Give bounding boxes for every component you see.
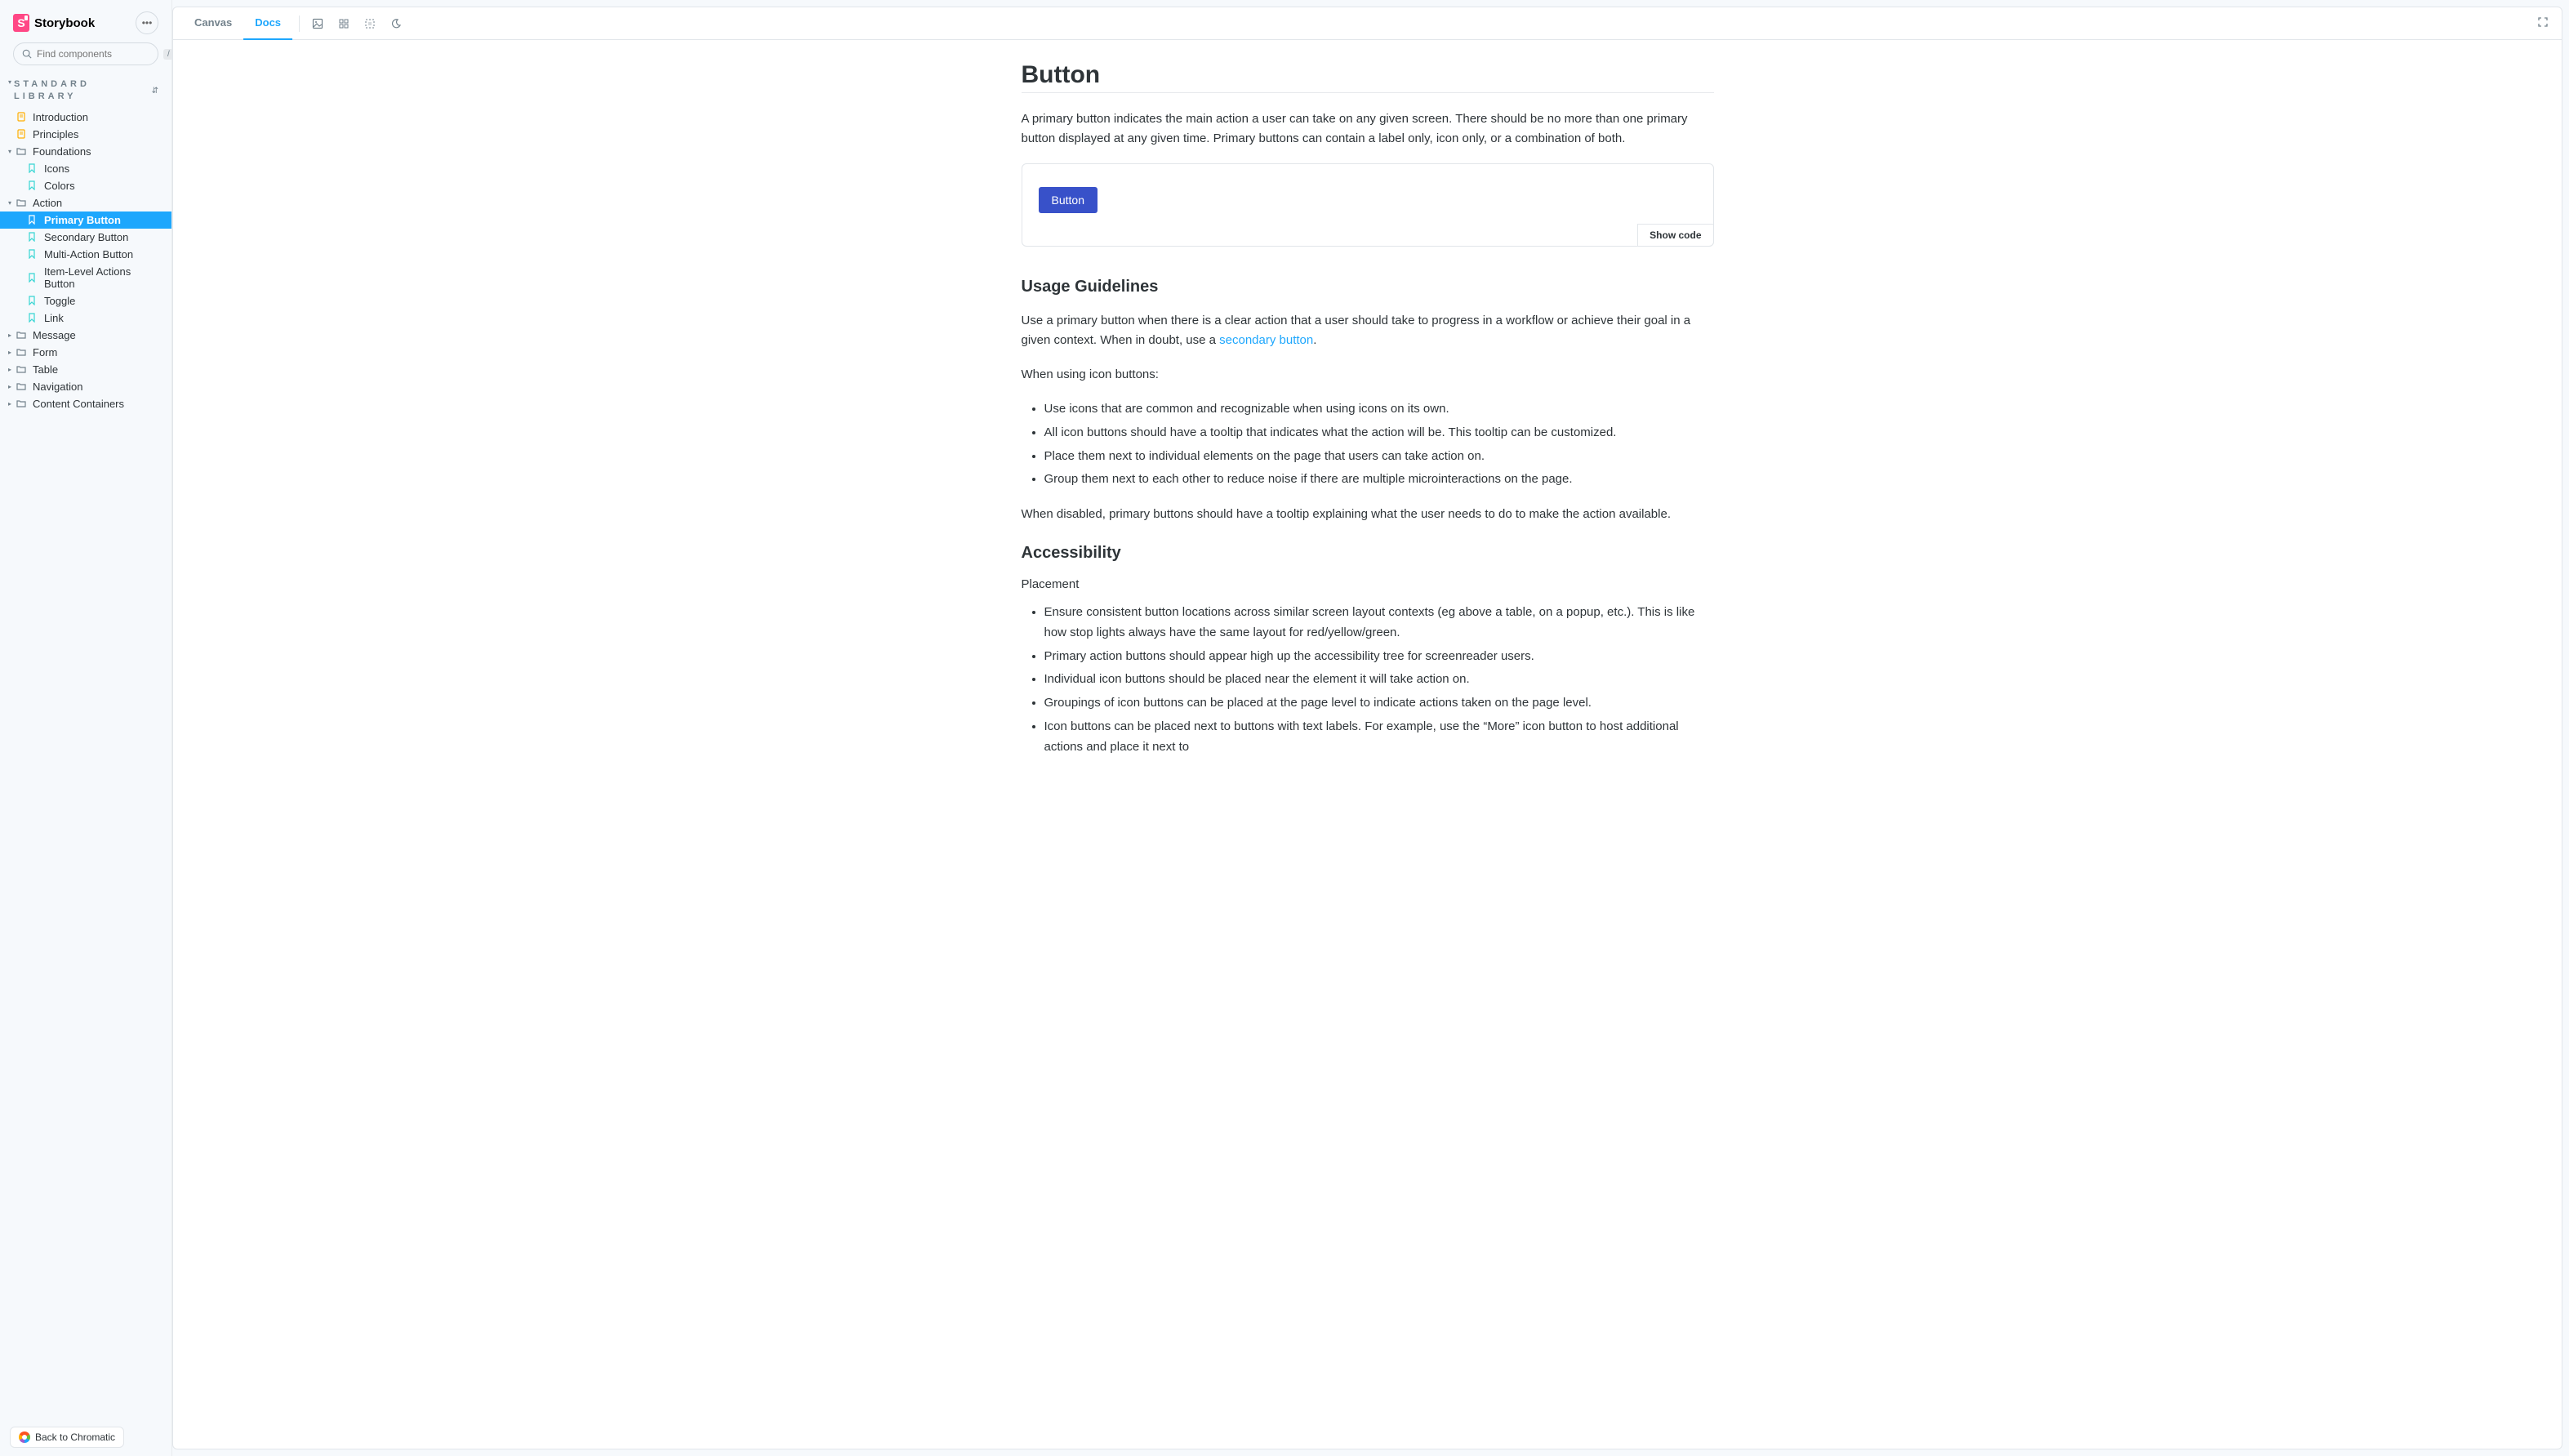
- caret-right-icon: ▸: [8, 366, 15, 373]
- document-icon: [16, 111, 28, 122]
- main-panel: Canvas Docs: [172, 7, 2562, 1449]
- theme-toggle-icon[interactable]: [385, 12, 407, 35]
- section-title-text: STANDARD LIBRARY: [14, 78, 152, 104]
- folder-icon: [16, 329, 28, 341]
- search-field[interactable]: /: [13, 42, 158, 65]
- caret-down-icon: ▾: [8, 78, 11, 86]
- document-icon: [16, 128, 28, 140]
- caret-down-icon: ▾: [8, 148, 15, 155]
- tab-docs[interactable]: Docs: [243, 7, 292, 40]
- folder-icon: [16, 363, 28, 375]
- section-header[interactable]: ▾ STANDARD LIBRARY ⇵: [0, 73, 171, 107]
- show-code-button[interactable]: Show code: [1637, 224, 1713, 247]
- usage-paragraph-2: When using icon buttons:: [1022, 365, 1714, 385]
- image-tool-icon[interactable]: [306, 12, 329, 35]
- bookmark-icon: [28, 295, 39, 306]
- measure-tool-icon[interactable]: [358, 12, 381, 35]
- tree-item-foundations[interactable]: ▾ Foundations: [0, 143, 171, 160]
- folder-icon: [16, 398, 28, 409]
- chevron-sort-icon[interactable]: ⇵: [152, 87, 158, 96]
- tree-item-primary-button[interactable]: Primary Button: [0, 211, 171, 229]
- tree-item-navigation[interactable]: ▸ Navigation: [0, 378, 171, 395]
- tree-item-link[interactable]: Link: [0, 309, 171, 327]
- bookmark-icon: [28, 214, 39, 225]
- bookmark-icon: [28, 231, 39, 243]
- caret-right-icon: ▸: [8, 383, 15, 390]
- bookmark-icon: [28, 248, 39, 260]
- secondary-button-link[interactable]: secondary button: [1219, 333, 1313, 347]
- folder-icon: [16, 346, 28, 358]
- accessibility-subheading: Placement: [1022, 577, 1714, 591]
- list-item: Individual icon buttons should be placed…: [1044, 670, 1714, 690]
- tree-item-multi-action-button[interactable]: Multi-Action Button: [0, 246, 171, 263]
- list-item: Icon buttons can be placed next to butto…: [1044, 717, 1714, 758]
- accessibility-heading: Accessibility: [1022, 544, 1714, 563]
- doc-content[interactable]: Button A primary button indicates the ma…: [173, 40, 2562, 1449]
- tree-item-secondary-button[interactable]: Secondary Button: [0, 229, 171, 246]
- list-item: Groupings of icon buttons can be placed …: [1044, 693, 1714, 714]
- bookmark-icon: [28, 163, 39, 174]
- caret-right-icon: ▸: [8, 400, 15, 407]
- bookmark-icon: [28, 180, 39, 191]
- ellipsis-icon: •••: [142, 17, 153, 29]
- list-item: Primary action buttons should appear hig…: [1044, 647, 1714, 667]
- tab-canvas[interactable]: Canvas: [183, 7, 243, 40]
- search-input[interactable]: [32, 48, 163, 60]
- page-title: Button: [1022, 61, 1714, 93]
- tree-item-item-level-actions-button[interactable]: Item-Level Actions Button: [0, 263, 171, 292]
- tree-item-table[interactable]: ▸ Table: [0, 361, 171, 378]
- folder-icon: [16, 197, 28, 208]
- sidebar-menu-button[interactable]: •••: [136, 11, 158, 34]
- tree-item-message[interactable]: ▸ Message: [0, 327, 171, 344]
- tree-item-form[interactable]: ▸ Form: [0, 344, 171, 361]
- view-tabs: Canvas Docs: [183, 7, 292, 40]
- story-preview: Button Show code: [1022, 163, 1714, 247]
- tree-item-principles[interactable]: Principles: [0, 126, 171, 143]
- sidebar-header: S Storybook •••: [0, 0, 171, 42]
- usage-bullet-list: Use icons that are common and recognizab…: [1022, 399, 1714, 490]
- list-item: Group them next to each other to reduce …: [1044, 470, 1714, 490]
- folder-icon: [16, 145, 28, 157]
- list-item: Ensure consistent button locations acros…: [1044, 603, 1714, 643]
- toolbar: Canvas Docs: [173, 7, 2562, 40]
- list-item: All icon buttons should have a tooltip t…: [1044, 423, 1714, 443]
- tree-item-icons[interactable]: Icons: [0, 160, 171, 177]
- toolbar-separator: [299, 16, 300, 32]
- grid-tool-icon[interactable]: [332, 12, 355, 35]
- usage-paragraph-1: Use a primary button when there is a cle…: [1022, 311, 1714, 350]
- list-item: Use icons that are common and recognizab…: [1044, 399, 1714, 420]
- nav-tree: Introduction Principles ▾ Foundations Ic…: [0, 107, 171, 1418]
- intro-paragraph: A primary button indicates the main acti…: [1022, 109, 1714, 149]
- caret-right-icon: ▸: [8, 349, 15, 356]
- tree-item-colors[interactable]: Colors: [0, 177, 171, 194]
- chromatic-logo-icon: [19, 1432, 30, 1443]
- accessibility-bullet-list: Ensure consistent button locations acros…: [1022, 603, 1714, 757]
- search-icon: [22, 49, 32, 59]
- tree-item-toggle[interactable]: Toggle: [0, 292, 171, 309]
- caret-right-icon: ▸: [8, 332, 15, 339]
- back-to-chromatic-button[interactable]: Back to Chromatic: [10, 1427, 124, 1448]
- storybook-logo-icon: S: [13, 14, 29, 32]
- sidebar: S Storybook ••• / ▾ STANDARD LIBRARY ⇵: [0, 0, 172, 1456]
- fullscreen-button[interactable]: [2534, 13, 2552, 33]
- folder-icon: [16, 381, 28, 392]
- demo-primary-button[interactable]: Button: [1039, 187, 1098, 213]
- tree-item-content-containers[interactable]: ▸ Content Containers: [0, 395, 171, 412]
- brand[interactable]: S Storybook: [13, 14, 95, 32]
- tree-item-action[interactable]: ▾ Action: [0, 194, 171, 211]
- tree-item-introduction[interactable]: Introduction: [0, 109, 171, 126]
- usage-paragraph-3: When disabled, primary buttons should ha…: [1022, 505, 1714, 524]
- bookmark-icon: [28, 272, 39, 283]
- list-item: Place them next to individual elements o…: [1044, 447, 1714, 467]
- brand-name: Storybook: [34, 16, 95, 30]
- usage-heading: Usage Guidelines: [1022, 278, 1714, 296]
- bookmark-icon: [28, 312, 39, 323]
- caret-down-icon: ▾: [8, 199, 15, 207]
